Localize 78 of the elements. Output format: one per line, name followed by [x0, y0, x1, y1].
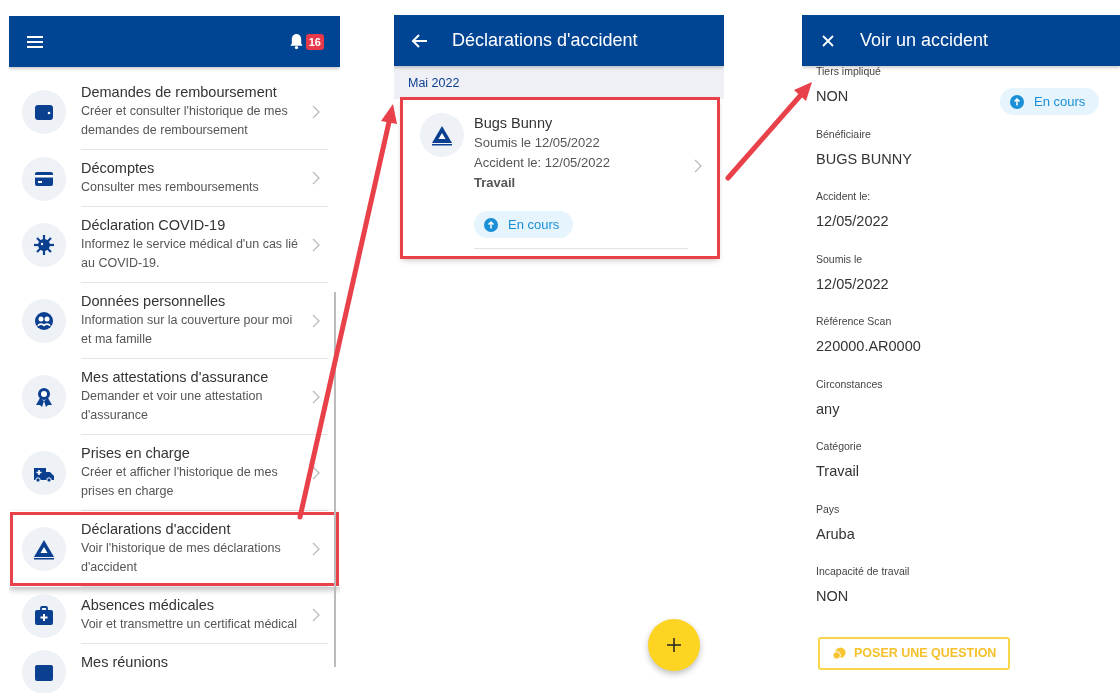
accident-date: Accident le: 12/05/2022 [474, 154, 611, 172]
wallet-icon [22, 90, 66, 134]
menu-item-title: Déclaration COVID-19 [81, 216, 227, 235]
chevron-right-icon [694, 159, 702, 173]
field-label: Référence Scan [816, 314, 893, 328]
accident-card[interactable]: Bugs Bunny Soumis le 12/05/2022 Accident le: 12/05/2022 Travail En cours [402, 99, 718, 257]
menu-item-title: Prises en charge [81, 444, 191, 463]
field-label: Pays [816, 501, 841, 516]
credit-card-icon [22, 156, 66, 201]
chevron-right-icon [312, 171, 320, 185]
field-value: NON [816, 588, 850, 604]
menu-item-description: Demander et voir une attestation d'assurance [81, 388, 264, 424]
field-value: 220000.AR0000 [816, 338, 921, 354]
field-label: Bénéficiaire [816, 126, 872, 141]
field-value: Travail [816, 463, 860, 479]
ambulance-icon [22, 451, 66, 495]
field-value: any [816, 400, 841, 417]
chevron-right-icon [312, 541, 320, 556]
scrollbar[interactable] [334, 292, 336, 667]
menu-item-title: Demandes de remboursement [81, 83, 278, 102]
field-value: BUGS BUNNY [816, 150, 912, 167]
menu-item-description: Voir et transmettre un certificat médical [81, 616, 299, 633]
award-icon [22, 375, 66, 419]
menu-item-description: Consulter mes remboursements [81, 179, 260, 196]
field-value: Aruba [816, 525, 855, 542]
field-label: Circonstances [816, 376, 883, 391]
field-label: Soumis le [816, 251, 864, 266]
chevron-right-icon [312, 313, 320, 328]
virus-icon [22, 223, 66, 267]
menu-item[interactable]: Déclaration COVID-19 Informez le service médical d'un cas lié au COVID-19. [9, 207, 340, 283]
category: Travail [474, 174, 517, 192]
menu-item[interactable]: Prises en charge Créer et afficher l'historique de mes prises en charge [9, 435, 340, 511]
menu-item[interactable]: Demandes de remboursement Créer et consulter l'historique de mes demandes de remboursement [9, 74, 340, 150]
plus-icon [666, 637, 682, 653]
menu-item-title: Déclarations d'accident [81, 520, 232, 539]
menu-item-title: Mes attestations d'assurance [81, 368, 270, 387]
status-text: En cours [508, 217, 560, 232]
menu-item[interactable]: Absences médicales Voir et transmettre un certificat médical [9, 587, 340, 644]
section-title: Mai 2022 [408, 75, 460, 90]
screen-title: Déclarations d'accident [452, 30, 638, 51]
menu-item-description: Information sur la couverture pour moi et ma famille [81, 312, 294, 348]
chat-bubbles-icon [832, 645, 847, 661]
menu-item[interactable]: Mes attestations d'assurance Demander et voir une attestation d'assurance [9, 359, 340, 435]
chevron-right-icon [312, 389, 320, 404]
menu-item-description: Créer et consulter l'historique de mes demandes de remboursement [81, 103, 289, 139]
bell-icon[interactable] [288, 33, 304, 50]
medical-kit-icon [22, 593, 66, 638]
upload-icon [1009, 94, 1024, 109]
field-label: Catégorie [816, 439, 862, 453]
chevron-right-icon [312, 608, 320, 622]
submitted-date: Soumis le 12/05/2022 [474, 134, 601, 152]
chevron-right-icon [312, 465, 320, 480]
menu-item-title: Données personnelles [81, 292, 227, 311]
field-label: Accident le: [816, 189, 872, 203]
menu-item[interactable]: Décomptes Consulter mes remboursements [9, 150, 340, 207]
chevron-right-icon [312, 104, 320, 119]
calendar-icon [22, 650, 66, 693]
field-label: Tiers impliqué [816, 64, 881, 78]
field-value: 12/05/2022 [816, 275, 889, 292]
menu-item[interactable]: Mes réunions [9, 644, 340, 693]
screen-title: Voir un accident [860, 30, 989, 51]
menu-item-title: Décomptes [81, 159, 156, 178]
chevron-right-icon [312, 237, 320, 252]
field-label: Incapacité de travail [816, 564, 910, 578]
menu-item-description: Créer et afficher l'historique de mes prises en charge [81, 464, 279, 500]
menu-item-title: Mes réunions [81, 653, 170, 672]
menu-item-description: Voir l'historique de mes déclarations d'accident [81, 540, 282, 576]
people-icon [22, 299, 66, 343]
menu-item[interactable]: Déclarations d'accident Voir l'historique de mes déclarations d'accident [9, 511, 340, 587]
upload-icon [484, 217, 498, 232]
card-title: Bugs Bunny [474, 114, 554, 133]
menu-item-title: Absences médicales [81, 596, 215, 615]
field-value: NON [816, 88, 850, 104]
notification-badge: 16 [305, 33, 324, 50]
field-value: 12/05/2022 [816, 213, 889, 229]
menu-item[interactable]: Données personnelles Information sur la couverture pour moi et ma famille [9, 283, 340, 359]
status-text: En cours [1033, 94, 1086, 109]
menu-item-description: Informez le service médical d'un cas lié au COVID-19. [81, 236, 300, 272]
